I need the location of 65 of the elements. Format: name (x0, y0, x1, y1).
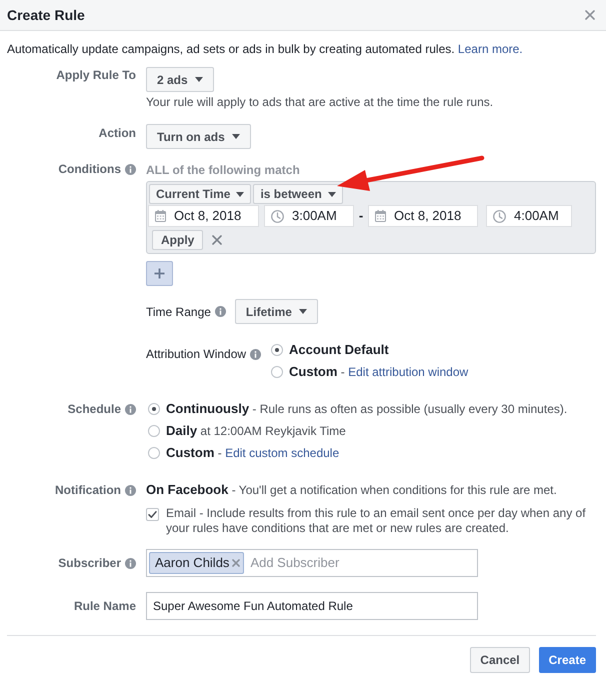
date-field[interactable]: Oct 8, 2018 (148, 205, 259, 227)
info-icon[interactable] (125, 404, 136, 414)
option-label: Custom - Edit custom schedule (166, 445, 340, 461)
email-option-text: Email - Include results from this rule to an email sent once per day when any of your rules have conditions that are met or new rules are created. (166, 506, 587, 536)
field-label: Subscriber (58, 555, 121, 571)
calendar-icon (375, 210, 386, 222)
match-summary: ALL of the following match (146, 162, 301, 178)
plus-icon (154, 268, 165, 279)
date-field[interactable]: Oct 8, 2018 (368, 205, 478, 227)
help-text: Your rule will apply to ads that are active at the time the rule runs. (146, 94, 494, 110)
checkbox[interactable] (146, 508, 159, 521)
remove-icon[interactable] (232, 559, 240, 567)
field-label: Schedule (68, 401, 121, 417)
caret-icon (236, 192, 244, 196)
time-field[interactable]: 3:00AM (264, 205, 354, 227)
subscriber-field[interactable]: Aaron Childs Add Subscriber (146, 549, 478, 577)
add-condition-button[interactable] (146, 261, 173, 286)
field-label: Rule Name (74, 598, 136, 614)
action-dropdown[interactable]: Turn on ads (146, 124, 251, 149)
intro-text: Automatically update campaigns, ad sets or ads in bulk by creating automated rules. Learn more. (7, 41, 524, 57)
time-field[interactable]: 4:00AM (486, 205, 572, 227)
close-icon[interactable] (585, 10, 595, 20)
remove-icon[interactable] (212, 235, 222, 245)
field-label: Attribution Window (146, 346, 246, 362)
apply-to-dropdown[interactable]: 2 ads (146, 67, 214, 92)
radio-button[interactable] (148, 447, 160, 459)
calendar-icon (155, 210, 166, 222)
clock-icon (493, 210, 506, 222)
notification-text: On Facebook - You'll get a notification when conditions for this rule are met. (146, 482, 558, 498)
apply-button[interactable]: Apply (152, 230, 204, 250)
field-label: Time Range (146, 304, 211, 320)
dialog-title: Create Rule (7, 6, 85, 24)
info-icon[interactable] (125, 484, 136, 496)
field-label: Apply Rule To (56, 67, 136, 83)
edit-link[interactable]: Edit attribution window (348, 365, 468, 379)
caret-icon (298, 309, 307, 314)
info-icon[interactable] (125, 558, 136, 568)
radio-button[interactable] (271, 366, 284, 378)
option-label: Daily at 12:00AM Reykjavik Time (166, 423, 346, 439)
option-label: Custom - Edit attribution window (289, 364, 468, 380)
time-range-dropdown[interactable]: Lifetime (234, 299, 318, 324)
operator-dropdown[interactable]: is between (253, 184, 343, 204)
create-button[interactable]: Create (538, 647, 596, 673)
field-label: Conditions (58, 161, 121, 177)
radio-button[interactable] (148, 425, 160, 437)
radio-button[interactable] (271, 344, 284, 356)
edit-link[interactable]: Edit custom schedule (225, 446, 340, 460)
range-dash: - (358, 208, 364, 224)
metric-dropdown[interactable]: Current Time (149, 184, 252, 204)
option-label: Continuously - Rule runs as often as possible (usually every 30 minutes). (166, 401, 568, 417)
cancel-button[interactable]: Cancel (470, 647, 530, 673)
learn-more-link[interactable]: Learn more. (458, 42, 523, 56)
field-label: Notification (55, 482, 121, 498)
subscriber-token[interactable]: Aaron Childs (149, 552, 244, 574)
info-icon[interactable] (214, 306, 226, 317)
caret-icon (194, 77, 203, 82)
clock-icon (271, 210, 284, 222)
rule-name-field[interactable]: Super Awesome Fun Automated Rule (146, 592, 478, 620)
field-label: Action (98, 125, 136, 141)
info-icon[interactable] (250, 348, 262, 360)
option-label: Account Default (289, 342, 389, 358)
info-icon[interactable] (125, 164, 136, 174)
caret-icon (328, 192, 336, 196)
radio-button[interactable] (148, 403, 160, 415)
caret-icon (232, 134, 240, 139)
